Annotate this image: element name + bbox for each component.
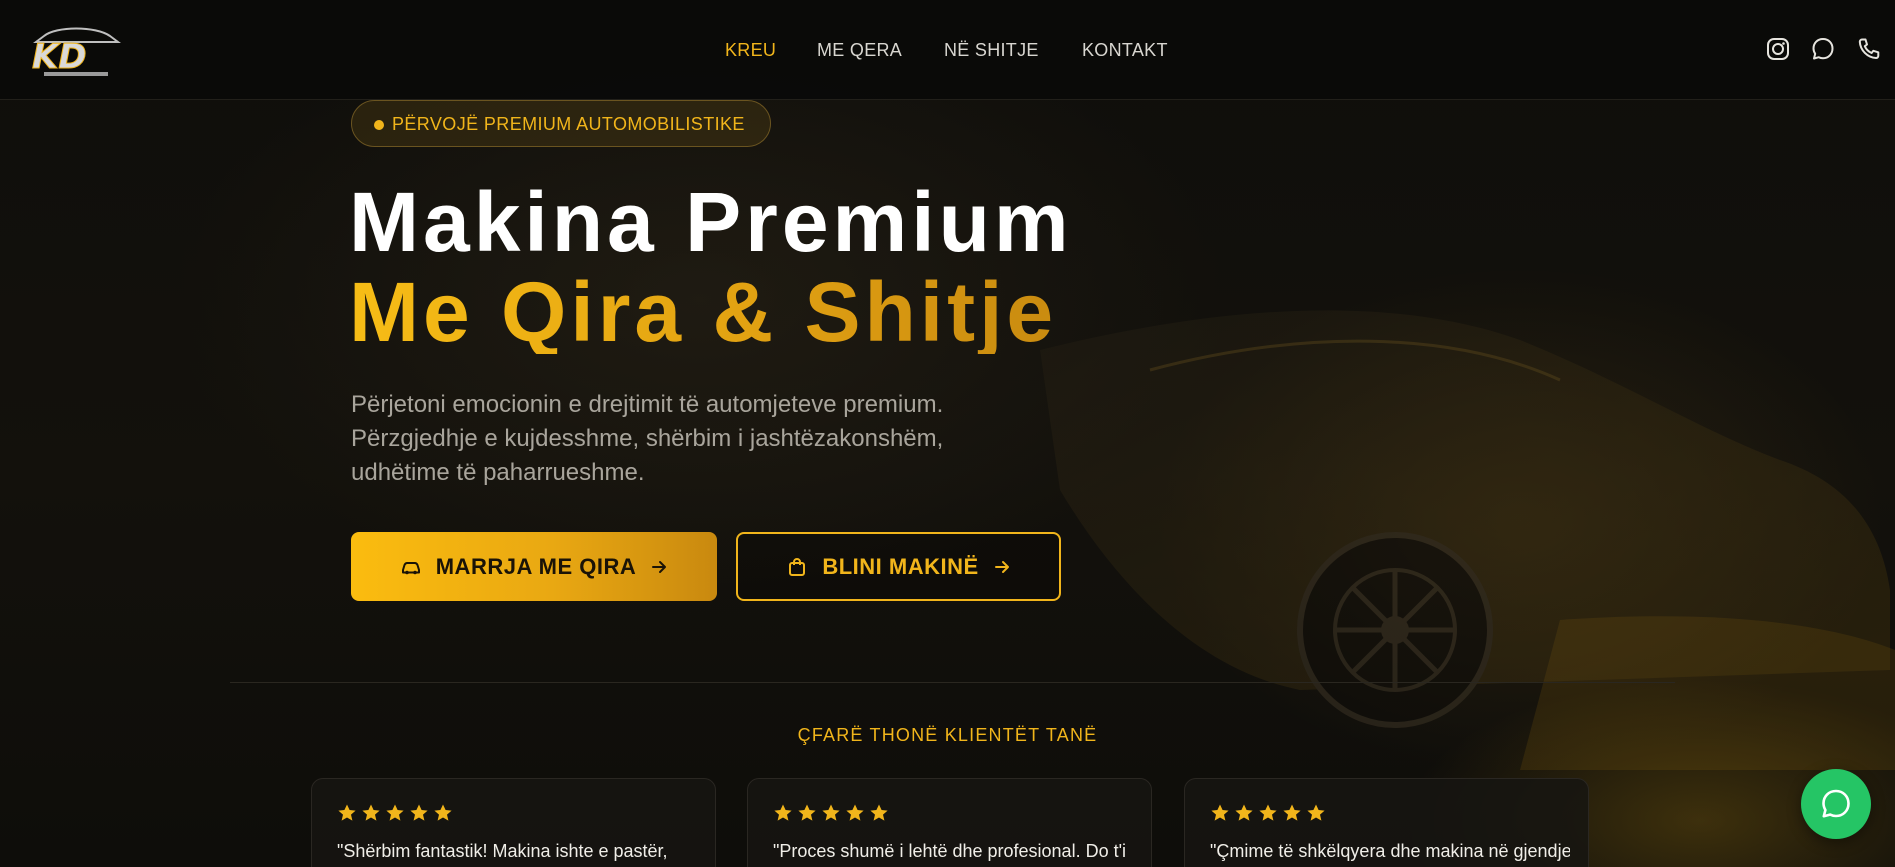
star-icon	[1283, 804, 1301, 821]
star-icon	[846, 804, 864, 821]
whatsapp-chat-button[interactable]	[1801, 769, 1871, 839]
rent-button[interactable]: MARRJA ME QIRA	[351, 532, 717, 601]
shopping-bag-icon	[789, 557, 806, 576]
rating-stars	[1210, 803, 1326, 823]
site-header: KD KREU ME QERA NË SHITJE KONTAKT	[0, 0, 1895, 100]
chat-icon[interactable]	[1810, 36, 1836, 62]
phone-icon[interactable]	[1856, 36, 1882, 62]
testimonial-card: "Çmime të shkëlqyera dhe makina në gjend…	[1184, 778, 1589, 867]
hero-subtitle: Përjetoni emocionin e drejtimit të autom…	[351, 388, 991, 490]
section-divider	[230, 682, 1675, 683]
hero-subtitle-line: udhëtime të paharrueshme.	[351, 459, 645, 486]
testimonial-card: "Proces shumë i lehtë dhe profesional. D…	[747, 778, 1152, 867]
rating-stars	[337, 803, 453, 823]
buy-button-label: BLINI MAKINË	[822, 553, 979, 579]
star-icon	[386, 804, 404, 821]
badge-label: PËRVOJË PREMIUM AUTOMOBILISTIKE	[392, 114, 745, 134]
star-icon	[338, 804, 356, 821]
star-icon	[798, 804, 816, 821]
star-icon	[362, 804, 380, 821]
hero-title-line2: Me Qira & Shitje	[349, 265, 1058, 359]
star-icon	[1235, 804, 1253, 821]
testimonials-title: ÇFARË THONË KLIENTËT TANË	[797, 725, 1098, 745]
car-silhouette-image	[1040, 310, 1895, 770]
nav-item-kontakt[interactable]: KONTAKT	[1082, 40, 1168, 61]
arrow-right-icon	[994, 560, 1009, 573]
testimonial-quote: "Çmime të shkëlqyera dhe makina në gjend…	[1210, 841, 1570, 861]
rating-stars	[773, 803, 889, 823]
star-icon	[410, 804, 428, 821]
hero-subtitle-line: Përjetoni emocionin e drejtimit të autom…	[351, 391, 944, 418]
hero-title-line1: Makina Premium	[349, 175, 1073, 269]
star-icon	[1211, 804, 1229, 821]
car-icon	[401, 561, 420, 574]
whatsapp-icon	[1822, 789, 1850, 818]
star-icon	[774, 804, 792, 821]
star-icon	[1259, 804, 1277, 821]
rent-button-label: MARRJA ME QIRA	[435, 553, 637, 579]
badge-dot-icon	[374, 120, 384, 130]
star-icon	[1307, 804, 1325, 821]
star-icon	[822, 804, 840, 821]
star-icon	[434, 804, 452, 821]
hero-subtitle-line: Përzgjedhje e kujdesshme, shërbim i jash…	[351, 425, 944, 452]
arrow-right-icon	[652, 560, 667, 573]
testimonial-quote: "Proces shumë i lehtë dhe profesional. D…	[773, 841, 1127, 861]
buy-button[interactable]: BLINI MAKINË	[736, 532, 1061, 601]
nav-item-me-qera[interactable]: ME QERA	[817, 40, 902, 61]
nav-item-kreu[interactable]: KREU	[725, 40, 776, 61]
testimonial-card: "Shërbim fantastik! Makina ishte e pastë…	[311, 778, 716, 867]
nav-item-ne-shitje[interactable]: NË SHITJE	[944, 40, 1039, 61]
testimonial-quote: "Shërbim fantastik! Makina ishte e pastë…	[337, 841, 668, 861]
main-nav: KREU ME QERA NË SHITJE KONTAKT	[0, 40, 1895, 64]
hero-badge: PËRVOJË PREMIUM AUTOMOBILISTIKE	[351, 100, 771, 147]
instagram-icon[interactable]	[1765, 36, 1791, 62]
star-icon	[870, 804, 888, 821]
